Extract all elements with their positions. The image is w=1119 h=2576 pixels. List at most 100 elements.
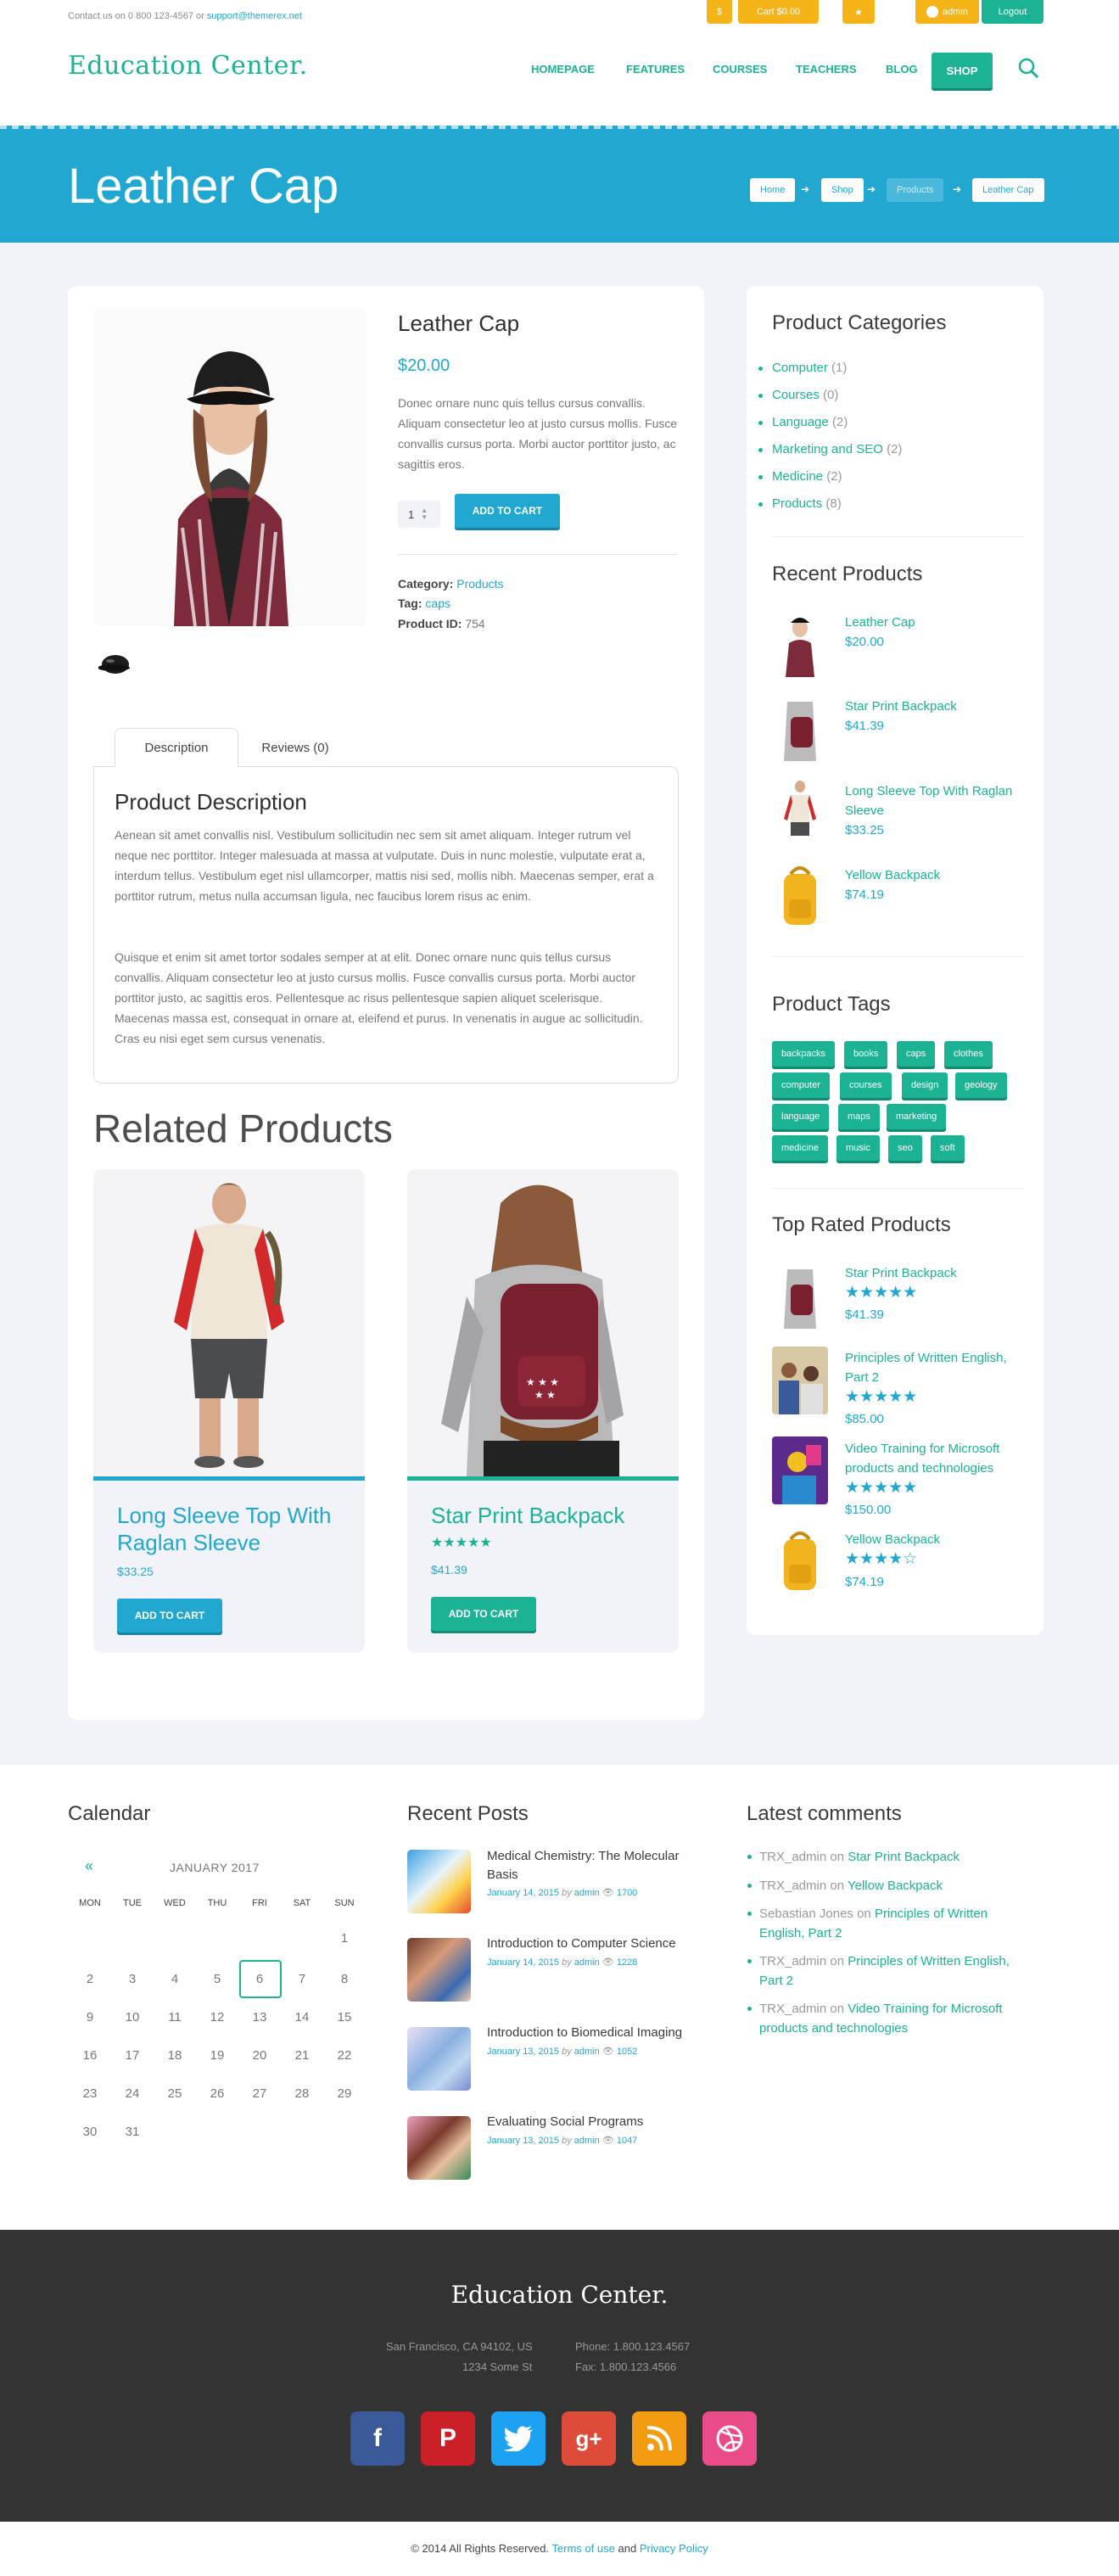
top-rated-thumbnail[interactable] <box>772 1261 828 1329</box>
related-product-image[interactable]: ★ ★ ★ ★ ★ <box>407 1169 679 1476</box>
recent-product-name[interactable]: Star Print Backpack <box>845 697 1027 716</box>
tab-reviews[interactable]: Reviews (0) <box>242 728 349 767</box>
post-author[interactable]: admin <box>574 2136 600 2146</box>
search-icon[interactable] <box>1018 58 1038 78</box>
post-thumbnail[interactable] <box>407 2027 471 2091</box>
comment-post-link[interactable]: Yellow Backpack <box>848 1879 943 1893</box>
calendar-day[interactable]: 17 <box>115 2048 149 2063</box>
facebook-icon[interactable]: f <box>350 2411 405 2466</box>
category-item[interactable]: Courses (0) <box>758 388 838 402</box>
calendar-day[interactable]: 4 <box>158 1972 192 1986</box>
calendar-day[interactable]: 22 <box>327 2048 361 2063</box>
post-author[interactable]: admin <box>574 2047 600 2057</box>
product-thumbnail[interactable] <box>98 651 132 676</box>
post-date[interactable]: January 13, 2015 <box>487 2136 559 2146</box>
tab-description[interactable]: Description <box>115 728 238 767</box>
site-logo[interactable]: Education Center. <box>68 51 308 81</box>
post-title[interactable]: Introduction to Biomedical Imaging <box>487 2024 699 2042</box>
tag-button[interactable]: courses <box>840 1072 892 1098</box>
nav-blog[interactable]: BLOG <box>886 63 918 76</box>
tag-button[interactable]: medicine <box>772 1135 829 1161</box>
category-item[interactable]: Computer (1) <box>758 361 847 375</box>
recent-product-name[interactable]: Leather Cap <box>845 613 1027 632</box>
top-rated-thumbnail[interactable] <box>772 1527 828 1595</box>
calendar-day[interactable]: 14 <box>285 2010 319 2024</box>
terms-link[interactable]: Terms of use <box>551 2542 614 2555</box>
privacy-link[interactable]: Privacy Policy <box>640 2542 708 2555</box>
calendar-day[interactable]: 16 <box>73 2048 107 2063</box>
category-item[interactable]: Marketing and SEO (2) <box>758 442 902 456</box>
tag-button[interactable]: language <box>772 1104 830 1129</box>
google-plus-icon[interactable]: g+ <box>562 2411 616 2466</box>
top-rated-name[interactable]: Yellow Backpack <box>845 1530 1027 1549</box>
calendar-day[interactable]: 15 <box>327 2010 361 2024</box>
recent-product-thumbnail[interactable] <box>772 862 828 930</box>
category-item[interactable]: Medicine (2) <box>758 469 842 484</box>
add-to-cart-button[interactable]: ADD TO CART <box>455 494 560 528</box>
footer-logo[interactable]: Education Center. <box>0 2281 1119 2309</box>
calendar-day[interactable]: 7 <box>285 1972 319 1986</box>
nav-homepage[interactable]: HOMEPAGE <box>531 63 595 76</box>
post-author[interactable]: admin <box>574 1888 600 1898</box>
tag-button[interactable]: music <box>836 1135 880 1161</box>
calendar-day[interactable]: 24 <box>115 2086 149 2101</box>
currency-button[interactable]: $ <box>707 0 732 24</box>
tag-button[interactable]: seo <box>888 1135 922 1161</box>
calendar-day[interactable]: 23 <box>73 2086 107 2101</box>
post-thumbnail[interactable] <box>407 2116 471 2180</box>
related-product-card[interactable]: Long Sleeve Top With Raglan Sleeve $33.2… <box>93 1169 365 1653</box>
product-main-image[interactable] <box>93 307 366 626</box>
calendar-day[interactable]: 26 <box>200 2086 234 2101</box>
post-title[interactable]: Introduction to Computer Science <box>487 1935 699 1953</box>
nav-shop[interactable]: SHOP <box>932 53 993 88</box>
top-rated-name[interactable]: Video Training for Microsoft products an… <box>845 1439 1027 1478</box>
top-rated-thumbnail[interactable] <box>772 1436 828 1504</box>
bookmark-button[interactable]: ★ <box>842 0 875 24</box>
tag-button[interactable]: soft <box>931 1135 965 1161</box>
post-date[interactable]: January 13, 2015 <box>487 2047 559 2057</box>
tag-button[interactable]: books <box>844 1041 888 1067</box>
related-product-name[interactable]: Long Sleeve Top With Raglan Sleeve <box>117 1502 346 1556</box>
comment-post-link[interactable]: Star Print Backpack <box>848 1850 960 1864</box>
recent-product-thumbnail[interactable] <box>772 609 828 677</box>
post-thumbnail[interactable] <box>407 1938 471 2002</box>
tag-button[interactable]: geology <box>955 1072 1007 1098</box>
tag-button[interactable]: computer <box>772 1072 830 1098</box>
calendar-day[interactable]: 10 <box>115 2010 149 2024</box>
cart-button[interactable]: Cart $0.00 <box>738 0 819 24</box>
calendar-day[interactable]: 19 <box>200 2048 234 2063</box>
category-item[interactable]: Products (8) <box>758 496 842 511</box>
calendar-day[interactable]: 11 <box>158 2010 192 2024</box>
related-product-image[interactable] <box>93 1169 365 1476</box>
calendar-day[interactable]: 9 <box>73 2010 107 2024</box>
pinterest-icon[interactable]: P <box>421 2411 475 2466</box>
post-date[interactable]: January 14, 2015 <box>487 1957 559 1968</box>
recent-product-thumbnail[interactable] <box>772 693 828 761</box>
recent-product-name[interactable]: Yellow Backpack <box>845 865 1027 885</box>
contact-email-link[interactable]: support@themerex.net <box>207 11 302 21</box>
calendar-day[interactable]: 31 <box>115 2125 149 2139</box>
calendar-day[interactable]: 30 <box>73 2125 107 2139</box>
calendar-day[interactable]: 29 <box>327 2086 361 2101</box>
tag-button[interactable]: design <box>902 1072 948 1098</box>
calendar-day[interactable]: 5 <box>200 1972 234 1986</box>
calendar-day[interactable]: 18 <box>158 2048 192 2063</box>
calendar-day[interactable]: 21 <box>285 2048 319 2063</box>
top-rated-name[interactable]: Principles of Written English, Part 2 <box>845 1348 1027 1387</box>
breadcrumb-home[interactable]: Home <box>750 178 796 202</box>
recent-product-name[interactable]: Long Sleeve Top With Raglan Sleeve <box>845 781 1027 820</box>
calendar-day[interactable]: 8 <box>327 1972 361 1986</box>
tag-button[interactable]: marketing <box>887 1104 947 1129</box>
category-item[interactable]: Language (2) <box>758 415 848 429</box>
user-button[interactable]: admin <box>915 0 979 24</box>
calendar-day[interactable]: 12 <box>200 2010 234 2024</box>
add-to-cart-button[interactable]: ADD TO CART <box>431 1597 536 1631</box>
calendar-day[interactable]: 1 <box>327 1931 361 1946</box>
tag-button[interactable]: caps <box>897 1041 936 1067</box>
related-product-card[interactable]: ★ ★ ★ ★ ★ Star Print Backpack ★★★★★ $41.… <box>407 1169 679 1653</box>
post-thumbnail[interactable] <box>407 1850 471 1913</box>
tag-button[interactable]: backpacks <box>772 1041 835 1067</box>
logout-button[interactable]: Logout <box>982 0 1043 24</box>
tag-button[interactable]: clothes <box>944 1041 993 1067</box>
breadcrumb-shop[interactable]: Shop <box>821 178 864 202</box>
